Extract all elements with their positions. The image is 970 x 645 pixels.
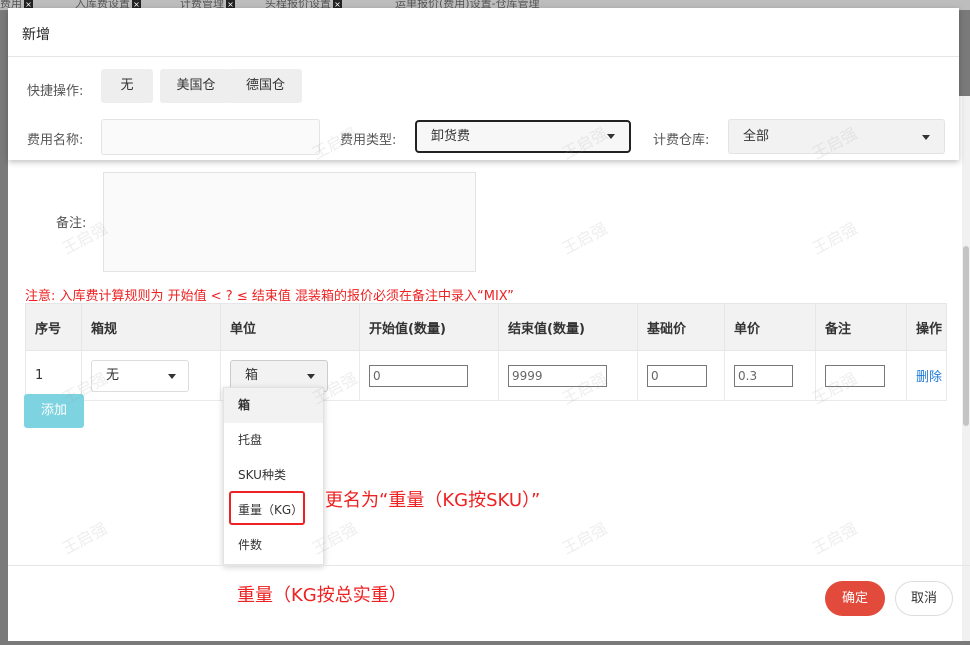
quick-de-warehouse-button[interactable]: 德国仓	[229, 69, 302, 103]
column-header: 操作	[906, 303, 947, 351]
pricing-rule-note: 注意: 入库费计算规则为 开始值 < ? ≤ 结束值 混装箱的报价必须在备注中录…	[25, 289, 514, 304]
chevron-down-icon	[168, 373, 176, 379]
base-cell: 0	[637, 350, 725, 401]
dropdown-item-sku-types[interactable]: SKU种类	[224, 458, 323, 493]
delete-link[interactable]: 删除	[916, 370, 942, 385]
column-header: 结束值(数量)	[498, 303, 638, 351]
dropdown-item-pallet[interactable]: 托盘	[224, 423, 323, 458]
confirm-button[interactable]: 确定	[825, 581, 885, 616]
fee-type-value: 卸货费	[431, 129, 471, 144]
box-cell: 无	[81, 350, 221, 401]
annotation-highlight-box	[229, 491, 305, 525]
table-row: 1 无 箱 0 9999 0 0.3 删除	[25, 350, 947, 401]
dialog-header-panel: 新增 快捷操作: 无 美国仓 德国仓 费用名称: 费用类型: 卸货费 计费仓库:…	[8, 8, 959, 160]
unit-select-value: 箱	[245, 367, 259, 383]
column-header: 基础价	[637, 303, 725, 351]
price-cell: 0.3	[724, 350, 816, 401]
action-cell: 删除	[906, 350, 947, 401]
unit-price-input[interactable]: 0.3	[734, 364, 793, 387]
column-header: 开始值(数量)	[359, 303, 499, 351]
column-header: 单价	[724, 303, 816, 351]
start-cell: 0	[359, 350, 499, 401]
fee-name-label: 费用名称:	[27, 133, 84, 148]
row-remark-input[interactable]	[825, 364, 885, 387]
quick-us-warehouse-button[interactable]: 美国仓	[160, 69, 232, 103]
quick-ops-label: 快捷操作:	[27, 84, 84, 99]
scrollbar-thumb[interactable]	[963, 246, 969, 426]
chevron-down-icon	[607, 134, 615, 139]
remark-textarea[interactable]	[103, 172, 476, 272]
scrollbar[interactable]	[962, 96, 970, 641]
end-cell: 9999	[498, 350, 638, 401]
pricing-table: 序号 箱规 单位 开始值(数量) 结束值(数量) 基础价 单价 备注 操作 1 …	[25, 303, 947, 401]
column-header: 单位	[220, 303, 360, 351]
row-index: 1	[25, 350, 82, 401]
dropdown-item-box[interactable]: 箱	[224, 388, 323, 423]
column-header: 序号	[25, 303, 82, 351]
fee-type-label: 费用类型:	[340, 133, 397, 148]
remark-label: 备注:	[56, 216, 87, 231]
unit-dropdown-menu: 箱 托盘 SKU种类 重量（KG） 件数	[223, 387, 324, 565]
warehouse-select[interactable]: 全部	[728, 119, 945, 154]
dialog-title: 新增	[22, 27, 50, 43]
box-select[interactable]: 无	[91, 359, 189, 392]
rename-annotation: 更名为“重量（KG按SKU）”	[325, 490, 541, 511]
remark-cell	[815, 350, 907, 401]
footer-divider	[8, 565, 970, 566]
end-value-input[interactable]: 9999	[508, 364, 607, 387]
dropdown-item-pieces[interactable]: 件数	[224, 528, 323, 563]
box-select-value: 无	[106, 367, 120, 383]
cancel-button[interactable]: 取消	[895, 581, 953, 616]
table-header-row: 序号 箱规 单位 开始值(数量) 结束值(数量) 基础价 单价 备注 操作	[25, 303, 947, 351]
total-weight-annotation: 重量（KG按总实重）	[237, 585, 407, 606]
add-row-button[interactable]: 添加	[24, 394, 84, 428]
base-price-input[interactable]: 0	[647, 364, 707, 387]
dialog-title-bar: 新增	[8, 8, 959, 57]
column-header: 箱规	[81, 303, 221, 351]
warehouse-label: 计费仓库:	[653, 133, 710, 148]
quick-none-button[interactable]: 无	[101, 69, 153, 103]
chevron-down-icon	[307, 373, 315, 379]
chevron-down-icon	[922, 135, 930, 140]
start-value-input[interactable]: 0	[369, 364, 468, 387]
fee-name-input[interactable]	[101, 119, 320, 155]
warehouse-value: 全部	[743, 129, 770, 144]
column-header: 备注	[815, 303, 907, 351]
fee-type-select[interactable]: 卸货费	[415, 120, 631, 153]
